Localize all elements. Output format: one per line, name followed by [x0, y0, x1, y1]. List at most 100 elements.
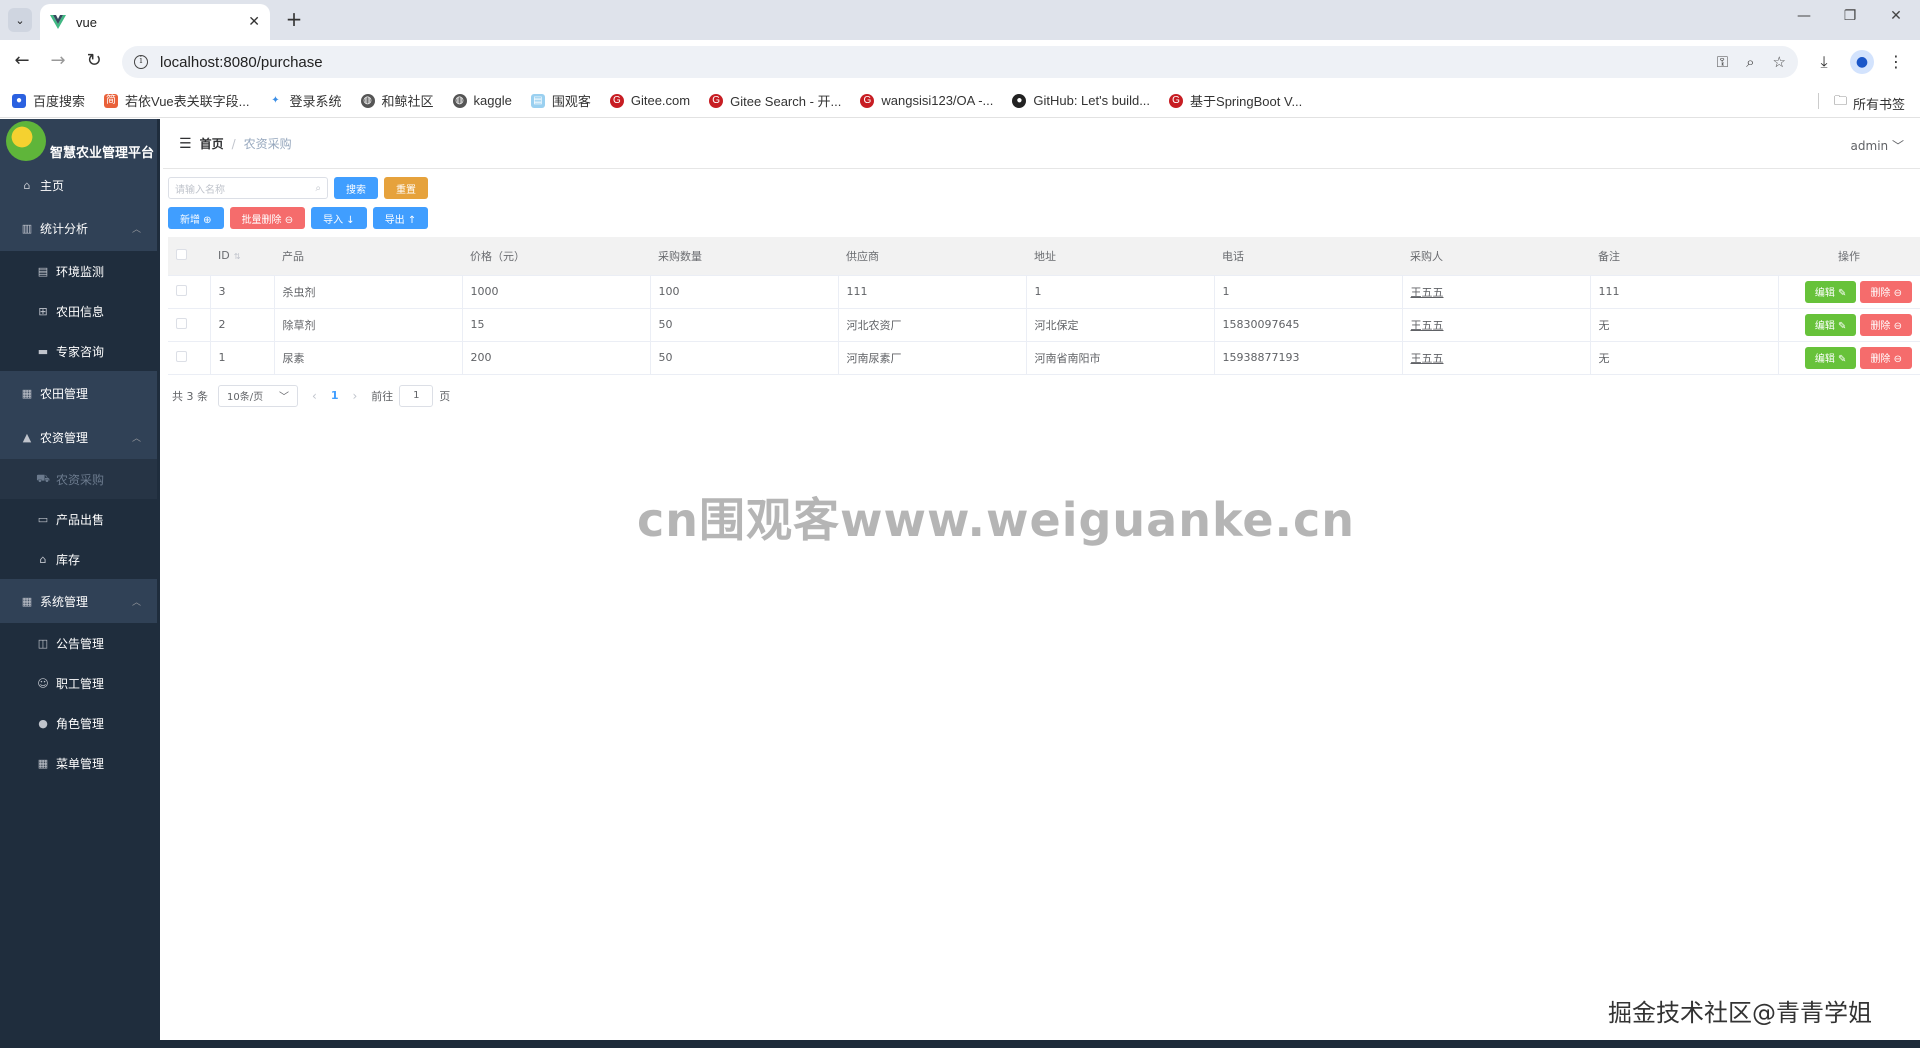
- delete-button[interactable]: 删除 ⊖: [1860, 313, 1912, 336]
- chevron-up-icon: ︿: [131, 597, 141, 608]
- export-button[interactable]: 导出 ↑: [372, 207, 429, 229]
- chevron-up-icon: ︿: [131, 224, 141, 235]
- url-text: localhost:8080/purchase: [160, 53, 323, 71]
- sidebar-item-menus[interactable]: ▦ 菜单管理: [0, 743, 157, 783]
- github-icon: ●: [1012, 93, 1027, 108]
- tab-title: vue: [76, 14, 97, 30]
- gitee-icon: G: [609, 93, 624, 108]
- page-size-select[interactable]: 10条/页 ﹀: [218, 384, 298, 407]
- notice-icon: ◫: [37, 636, 49, 650]
- download-icon[interactable]: ⤓: [1812, 52, 1836, 72]
- search-row: 请输入名称 ⌕ 搜索 重置: [168, 177, 1915, 199]
- cell-id: 1: [210, 341, 275, 375]
- all-bookmarks[interactable]: 🗀 所有书签: [1834, 92, 1905, 114]
- row-checkbox[interactable]: [176, 350, 187, 362]
- forward-icon[interactable]: →: [46, 50, 70, 74]
- sort-icon[interactable]: ⇅: [234, 252, 241, 261]
- cell-supplier: 111: [838, 275, 1027, 309]
- cell-supplier: 河北农资厂: [838, 308, 1027, 342]
- sidebar-item-stock[interactable]: ⌂ 库存: [0, 539, 157, 579]
- next-page-icon[interactable]: ›: [352, 389, 357, 403]
- row-checkbox[interactable]: [176, 317, 187, 329]
- profile-avatar-icon[interactable]: ●: [1850, 50, 1874, 74]
- bookmark-item[interactable]: G 基于SpringBoot V...: [1169, 91, 1302, 110]
- sidebar-item-field-info[interactable]: ⊞ 农田信息: [0, 291, 157, 331]
- edit-button[interactable]: 编辑 ✎: [1804, 313, 1857, 336]
- bookmark-item[interactable]: ◍ kaggle: [452, 93, 512, 108]
- tab-search-icon[interactable]: ⌄: [8, 8, 32, 32]
- delete-button[interactable]: 删除 ⊖: [1860, 346, 1912, 369]
- bookmark-item[interactable]: ● 百度搜索: [12, 91, 85, 110]
- batch-delete-button[interactable]: 批量删除 ⊖: [229, 207, 306, 229]
- browser-menu-icon[interactable]: ⋮: [1884, 52, 1908, 71]
- window-close-icon[interactable]: ✕: [1884, 8, 1908, 24]
- col-phone: 电话: [1214, 237, 1402, 276]
- user-dropdown[interactable]: admin ﹀: [1851, 137, 1904, 154]
- cell-quantity: 50: [650, 341, 839, 375]
- sidebar-item-purchase[interactable]: ⛟ 农资采购: [0, 459, 157, 499]
- purchase-page: 请输入名称 ⌕ 搜索 重置 新增 ⊕ 批量删除 ⊖ 导入 ↓ 导出 ↑ ID ⇅ …: [163, 169, 1920, 415]
- new-tab-icon[interactable]: +: [282, 8, 306, 32]
- minimize-icon[interactable]: —: [1792, 8, 1816, 24]
- breadcrumb-home[interactable]: 首页: [200, 135, 224, 152]
- sidebar-item-notice[interactable]: ◫ 公告管理: [0, 623, 157, 663]
- col-id[interactable]: ID ⇅: [210, 237, 274, 276]
- sidebar-item-role[interactable]: ● 角色管理: [0, 703, 157, 743]
- search-input[interactable]: 请输入名称 ⌕: [168, 177, 328, 199]
- bookmark-item[interactable]: ▤ 围观客: [530, 91, 591, 110]
- browser-toolbar: ← → ↻ i localhost:8080/purchase ⚿ ⌕ ☆ ⤓ …: [0, 40, 1920, 84]
- sidebar-item-sales[interactable]: ▭ 产品出售: [0, 499, 157, 539]
- reset-button[interactable]: 重置: [384, 177, 428, 199]
- reload-icon[interactable]: ↻: [82, 50, 106, 74]
- add-button[interactable]: 新增 ⊕: [168, 207, 224, 229]
- bookmark-item[interactable]: G Gitee Search - 开...: [709, 91, 841, 110]
- table-row: 2 除草剂 15 50 河北农资厂 河北保定 15830097645 王五五 无…: [168, 308, 1920, 342]
- pagination: 共 3 条 10条/页 ﹀ ‹ 1 › 前往 1 页: [168, 384, 1915, 407]
- edit-button[interactable]: 编辑 ✎: [1804, 346, 1857, 369]
- bookmark-item[interactable]: ● GitHub: Let's build...: [1012, 93, 1150, 108]
- table-header-row: ID ⇅ 产品 价格（元） 采购数量 供应商 地址 电话 采购人 备注 操作: [168, 237, 1920, 276]
- import-button[interactable]: 导入 ↓: [311, 207, 367, 229]
- baidu-icon: ●: [12, 93, 26, 108]
- password-key-icon[interactable]: ⚿: [1717, 53, 1728, 71]
- delete-button[interactable]: 删除 ⊖: [1860, 280, 1912, 303]
- edit-button[interactable]: 编辑 ✎: [1804, 280, 1857, 303]
- sidebar-item-field-mgmt[interactable]: ▦ 农田管理: [0, 371, 157, 415]
- role-icon: ●: [38, 716, 48, 730]
- row-checkbox[interactable]: [176, 284, 187, 296]
- sidebar-item-stats[interactable]: ▥ 统计分析 ︿: [0, 205, 157, 251]
- bookmark-item[interactable]: Gwangsisi123/OA -...: [860, 93, 993, 108]
- globe-icon: ◍: [452, 93, 467, 108]
- address-bar[interactable]: i localhost:8080/purchase ⚿ ⌕ ☆: [122, 46, 1798, 78]
- back-icon[interactable]: ←: [10, 50, 34, 74]
- cell-phone: 1: [1214, 275, 1403, 309]
- sidebar-item-expert[interactable]: ▬ 专家咨询: [0, 331, 157, 371]
- sidebar-item-env[interactable]: ▤ 环境监测: [0, 251, 157, 291]
- bookmark-item[interactable]: ✦ 登录系统: [268, 91, 342, 110]
- zoom-icon[interactable]: ⌕: [1746, 53, 1754, 71]
- page-number[interactable]: 1: [331, 389, 339, 402]
- bookmark-star-icon[interactable]: ☆: [1773, 53, 1786, 71]
- sidebar-item-system[interactable]: ▦ 系统管理 ︿: [0, 579, 157, 623]
- hamburger-icon[interactable]: ☰: [179, 136, 192, 152]
- sidebar-item-staff[interactable]: ☺ 职工管理: [0, 663, 157, 703]
- tab-close-icon[interactable]: ✕: [248, 14, 260, 30]
- sidebar-item-supplies[interactable]: ▲ 农资管理 ︿: [0, 415, 157, 459]
- bookmark-item[interactable]: G Gitee.com: [609, 93, 690, 108]
- col-remark: 备注: [1590, 237, 1778, 276]
- select-all-checkbox[interactable]: [176, 248, 187, 260]
- restore-icon[interactable]: ❐: [1838, 8, 1862, 24]
- logo-icon: [6, 121, 46, 161]
- bookmark-item[interactable]: ◍ 和鲸社区: [360, 91, 434, 110]
- goto-page-input[interactable]: 1: [399, 384, 434, 407]
- cell-buyer: 王五五: [1402, 275, 1591, 309]
- gitee-icon: G: [1169, 93, 1184, 108]
- bookmark-item[interactable]: 简若依Vue表关联字段...: [104, 91, 250, 110]
- cell-quantity: 100: [650, 275, 839, 309]
- browser-tab[interactable]: vue ✕: [40, 4, 270, 40]
- chevron-down-icon: ﹀: [1891, 139, 1904, 153]
- search-button[interactable]: 搜索: [334, 177, 378, 199]
- sidebar-item-home[interactable]: ⌂ 主页: [0, 165, 157, 205]
- site-info-icon[interactable]: i: [134, 55, 148, 69]
- prev-page-icon[interactable]: ‹: [312, 389, 317, 403]
